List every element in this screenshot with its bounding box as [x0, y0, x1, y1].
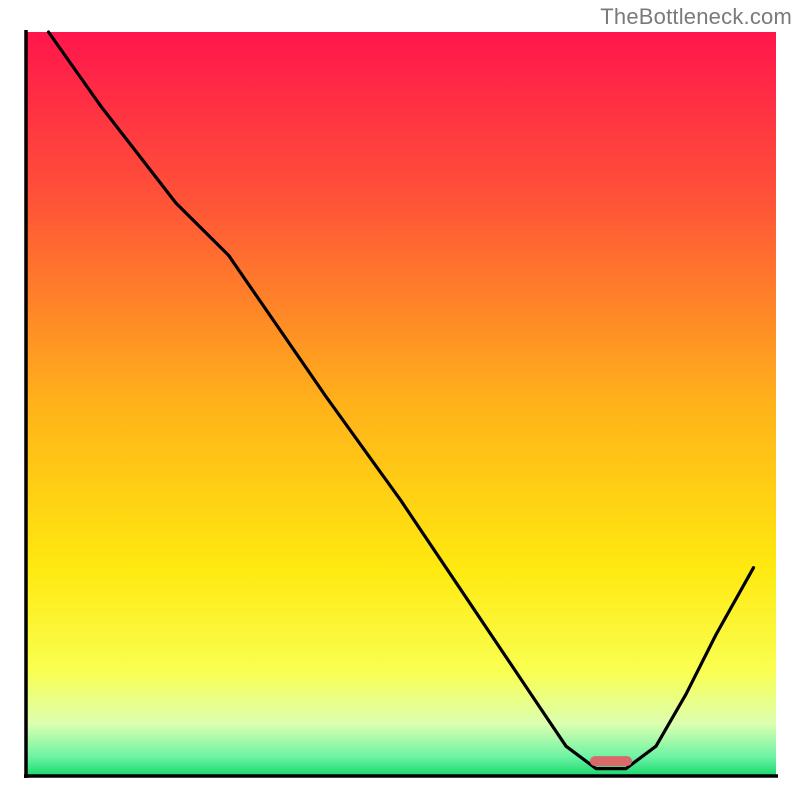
optimum-marker — [590, 756, 632, 766]
watermark-text: TheBottleneck.com — [600, 4, 792, 30]
chart-svg — [0, 0, 800, 800]
chart-root: TheBottleneck.com — [0, 0, 800, 800]
plot-background — [26, 32, 776, 776]
